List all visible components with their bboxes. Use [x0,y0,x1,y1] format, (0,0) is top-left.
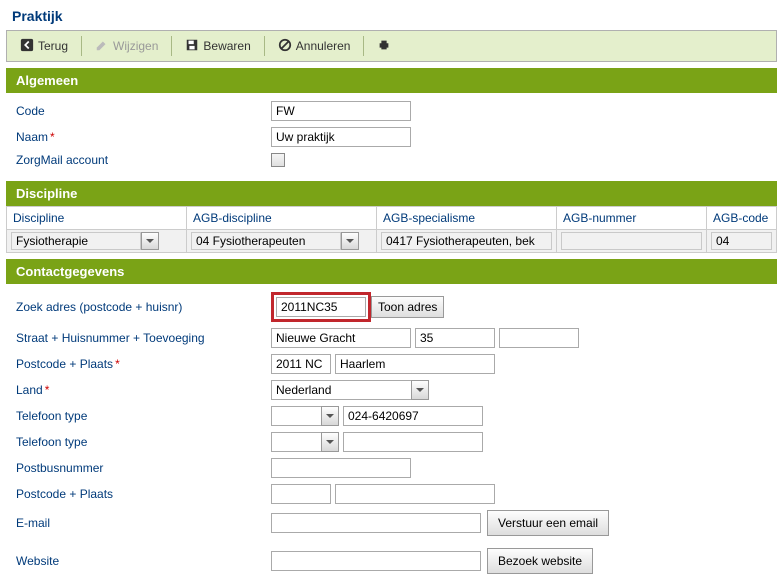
straat-label: Straat + Huisnummer + Toevoeging [16,331,271,345]
cancel-button[interactable]: Annuleren [271,35,358,57]
dropdown-button[interactable] [321,432,339,452]
dropdown-button[interactable] [411,380,429,400]
edit-button: Wijzigen [88,35,165,57]
email-label: E-mail [16,516,271,530]
back-label: Terug [38,39,68,53]
toolbar: Terug Wijzigen Bewaren Annuleren [6,30,777,62]
verstuur-email-button[interactable]: Verstuur een email [487,510,609,536]
agb-specialisme-input[interactable] [381,232,552,250]
print-button[interactable] [370,35,398,57]
website-input[interactable] [271,551,481,571]
bezoek-website-button[interactable]: Bezoek website [487,548,593,574]
telefoon1-input[interactable] [343,406,483,426]
th-agb-nummer: AGB-nummer [557,207,707,230]
section-body-contact: Zoek adres (postcode + huisnr) Toon adre… [6,284,777,582]
straat-input[interactable] [271,328,411,348]
cancel-icon [278,38,292,55]
section-header-algemeen: Algemeen [6,68,777,93]
divider [171,36,172,56]
cancel-label: Annuleren [296,39,351,53]
zoek-adres-label: Zoek adres (postcode + huisnr) [16,300,271,314]
th-agb-code: AGB-code [707,207,777,230]
pencil-icon [95,38,109,55]
naam-label: Naam* [16,130,271,144]
required-star: * [50,130,55,144]
toon-adres-button[interactable]: Toon adres [371,296,444,318]
agb-nummer-input[interactable] [561,232,702,250]
th-agb-specialisme: AGB-specialisme [377,207,557,230]
zorgmail-checkbox[interactable] [271,153,285,167]
required-star: * [45,383,50,397]
postcode-plaats2-label: Postcode + Plaats [16,487,271,501]
back-button[interactable]: Terug [13,35,75,57]
postcode-plaats-label: Postcode + Plaats* [16,357,271,371]
edit-label: Wijzigen [113,39,158,53]
telefoon1-type-input[interactable] [271,406,321,426]
section-header-discipline: Discipline [6,181,777,206]
land-label: Land* [16,383,271,397]
postbus-label: Postbusnummer [16,461,271,475]
plaats2-input[interactable] [335,484,495,504]
postcode2-input[interactable] [271,484,331,504]
naam-input[interactable] [271,127,411,147]
naam-label-text: Naam [16,130,48,144]
save-icon [185,38,199,55]
discipline-input[interactable] [11,232,141,250]
agb-discipline-input[interactable] [191,232,341,250]
print-icon [377,38,391,55]
land-input[interactable] [271,380,411,400]
telefoon2-type-input[interactable] [271,432,321,452]
postcode-input[interactable] [271,354,331,374]
postcode-plaats-label-text: Postcode + Plaats [16,357,113,371]
telefoon-type2-label: Telefoon type [16,435,271,449]
website-label: Website [16,554,271,568]
email-input[interactable] [271,513,481,533]
divider [81,36,82,56]
dropdown-button[interactable] [141,232,159,250]
postbus-input[interactable] [271,458,411,478]
zoek-adres-input[interactable] [276,297,366,317]
dropdown-button[interactable] [341,232,359,250]
section-body-algemeen: Code Naam* ZorgMail account [6,93,777,175]
huisnr-input[interactable] [415,328,495,348]
telefoon2-input[interactable] [343,432,483,452]
land-label-text: Land [16,383,43,397]
page-title: Praktijk [0,0,783,30]
th-agb-discipline: AGB-discipline [187,207,377,230]
code-input[interactable] [271,101,411,121]
telefoon-type-label: Telefoon type [16,409,271,423]
agb-code-input[interactable] [711,232,772,250]
highlight-box [271,292,371,322]
table-row [7,230,777,253]
section-header-contact: Contactgegevens [6,259,777,284]
save-button[interactable]: Bewaren [178,35,257,57]
divider [264,36,265,56]
toevoeging-input[interactable] [499,328,579,348]
divider [363,36,364,56]
th-discipline: Discipline [7,207,187,230]
required-star: * [115,357,120,371]
save-label: Bewaren [203,39,250,53]
zorgmail-label: ZorgMail account [16,153,271,167]
plaats-input[interactable] [335,354,495,374]
code-label: Code [16,104,271,118]
dropdown-button[interactable] [321,406,339,426]
discipline-table: Discipline AGB-discipline AGB-specialism… [6,206,777,253]
arrow-left-icon [20,38,34,55]
